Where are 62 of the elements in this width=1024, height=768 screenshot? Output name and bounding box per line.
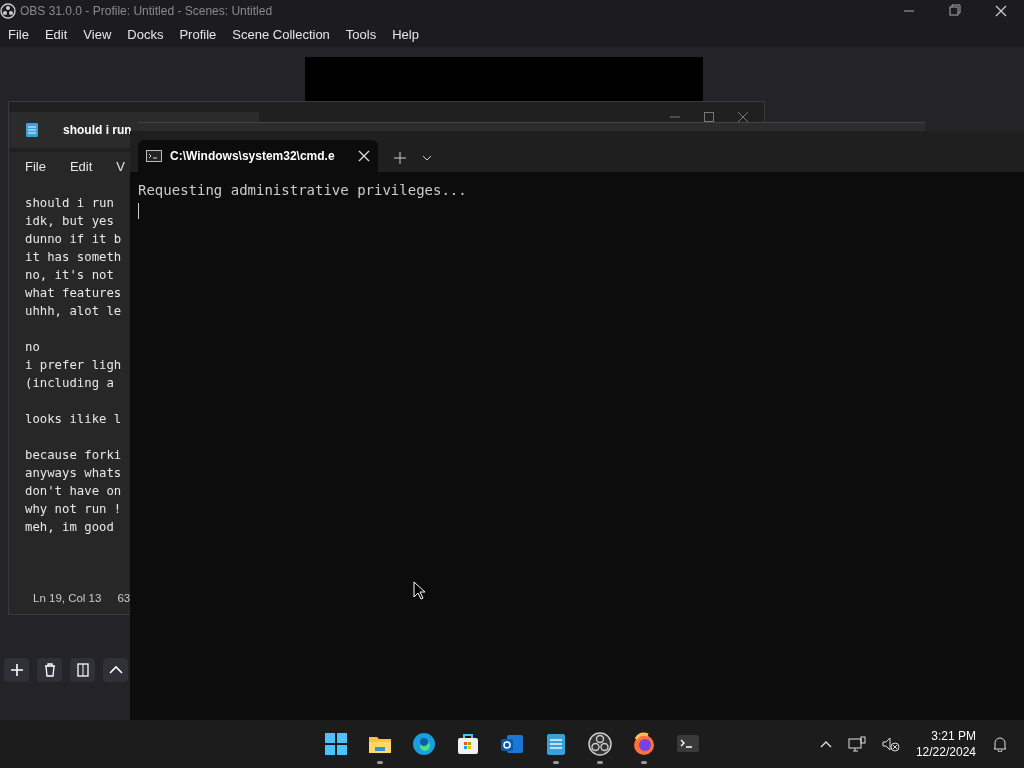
text-line: anyways whats [25, 466, 122, 480]
notepad-icon [25, 122, 39, 138]
text-line: it has someth [25, 250, 122, 264]
text-line: no, it's not [25, 268, 114, 282]
running-indicator [641, 761, 647, 764]
text-line: why not run ! [25, 502, 122, 516]
text-line: because forki [25, 448, 122, 462]
browser-icon [411, 731, 437, 757]
running-indicator [553, 761, 559, 764]
menu-item[interactable]: File [25, 157, 46, 177]
text-line: meh, im good [25, 520, 114, 534]
menu-item[interactable]: Profile [171, 24, 225, 45]
menu-item[interactable]: Edit [69, 157, 93, 177]
text-line: dunno if it b [25, 232, 122, 246]
text-line: (including a [25, 376, 114, 390]
text-line: don't have on [25, 484, 122, 498]
firefox-icon [631, 731, 657, 757]
text-line: no [25, 340, 40, 354]
menu-item[interactable]: Scene Collection [224, 24, 338, 45]
chevron-up-icon[interactable] [819, 740, 832, 748]
menu-item[interactable]: Edit [36, 24, 76, 45]
running-indicator [597, 761, 603, 764]
muted-speaker-icon[interactable] [881, 736, 900, 752]
console-output: Requesting administrative privileges... [138, 181, 468, 200]
add-button[interactable] [4, 658, 29, 682]
text-line: uhhh, alot le [25, 304, 122, 318]
menu-item[interactable]: Tools [337, 24, 385, 45]
maximize-icon[interactable] [704, 112, 714, 122]
text-line: should i run [25, 196, 114, 210]
menu-item[interactable]: View [75, 24, 120, 45]
add-icon [9, 663, 24, 677]
menu-item[interactable]: V [116, 157, 126, 177]
text-cursor [138, 203, 139, 219]
running-indicator [377, 761, 383, 764]
delete-icon [42, 663, 57, 677]
menu-item[interactable]: Docks [119, 24, 172, 45]
clock-time[interactable]: 3:21 PM [915, 728, 976, 744]
text-line: idk, but yes [25, 214, 114, 228]
store-icon [455, 731, 481, 757]
window-title: OBS 31.0.0 - Profile: Untitled - Scenes: Untitled [20, 3, 274, 20]
move-up-button[interactable] [103, 658, 128, 682]
text-line: i prefer ligh [25, 358, 122, 372]
mouse-pointer-icon [413, 581, 425, 601]
notification-bell-icon[interactable] [992, 736, 1008, 752]
menu-item[interactable]: File [0, 24, 37, 45]
text-line: looks ilike l [25, 412, 122, 426]
dropdown-icon[interactable] [422, 154, 432, 162]
app-logo-icon [587, 731, 613, 757]
command-prompt-icon [146, 150, 162, 162]
start-icon [323, 731, 349, 757]
menu-item[interactable]: Help [384, 24, 427, 45]
app-logo-icon [0, 3, 16, 19]
delete-button[interactable] [37, 658, 62, 682]
terminal-tab[interactable]: C:\Windows\system32\cmd.e [138, 140, 378, 172]
status-text: 63 [117, 591, 131, 607]
plus-icon[interactable] [394, 152, 406, 164]
status-text: Ln 19, Col 13 [33, 591, 102, 607]
network-icon[interactable] [847, 736, 866, 752]
filter-button[interactable] [70, 658, 95, 682]
filter-icon [75, 663, 90, 677]
clock-date[interactable]: 12/22/2024 [915, 744, 976, 760]
text-line: what features [25, 286, 122, 300]
